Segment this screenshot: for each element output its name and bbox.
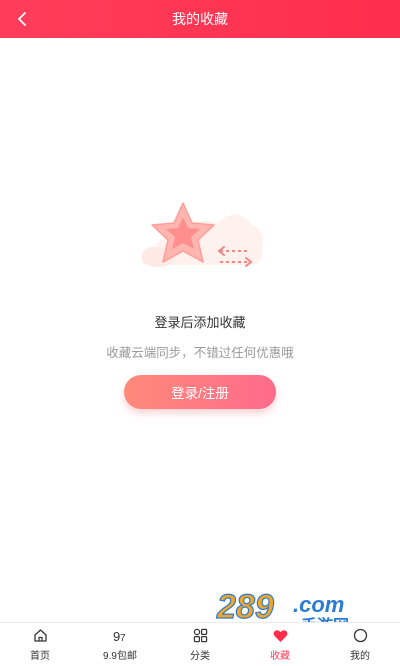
back-button[interactable] <box>8 5 36 33</box>
tab-nine-nine-free-shipping[interactable]: 9 7 9.9包邮 <box>80 623 160 666</box>
tab-label: 我的 <box>350 650 370 662</box>
nine-nine-icon: 9 7 <box>112 628 128 644</box>
star-sync-icon <box>141 202 263 267</box>
svg-text:.com: .com <box>293 592 344 617</box>
empty-state-title: 登录后添加收藏 <box>154 315 246 330</box>
category-icon <box>192 628 208 644</box>
empty-collection-illustration <box>128 195 268 280</box>
tab-category[interactable]: 分类 <box>160 623 240 666</box>
tab-profile[interactable]: 我的 <box>320 623 400 666</box>
tab-label: 9.9包邮 <box>103 650 137 662</box>
bottom-tab-bar: 首页 9 7 9.9包邮 分类 收藏 我的 <box>0 622 400 666</box>
tab-label: 分类 <box>190 650 210 662</box>
login-register-button[interactable]: 登录/注册 <box>124 375 276 409</box>
profile-icon <box>352 628 368 644</box>
tab-home[interactable]: 首页 <box>0 623 80 666</box>
home-icon <box>32 628 48 644</box>
page-title: 我的收藏 <box>172 11 228 27</box>
svg-text:289: 289 <box>216 588 274 626</box>
chevron-left-icon <box>18 12 26 26</box>
tab-label: 收藏 <box>270 650 290 662</box>
svg-text:7: 7 <box>120 633 126 643</box>
tab-favorites[interactable]: 收藏 <box>240 623 320 666</box>
top-nav-bar: 我的收藏 <box>0 0 400 38</box>
tab-label: 首页 <box>30 650 50 662</box>
heart-icon <box>272 628 288 644</box>
empty-state-subtitle: 收藏云端同步，不错过任何优惠哦 <box>106 346 294 360</box>
